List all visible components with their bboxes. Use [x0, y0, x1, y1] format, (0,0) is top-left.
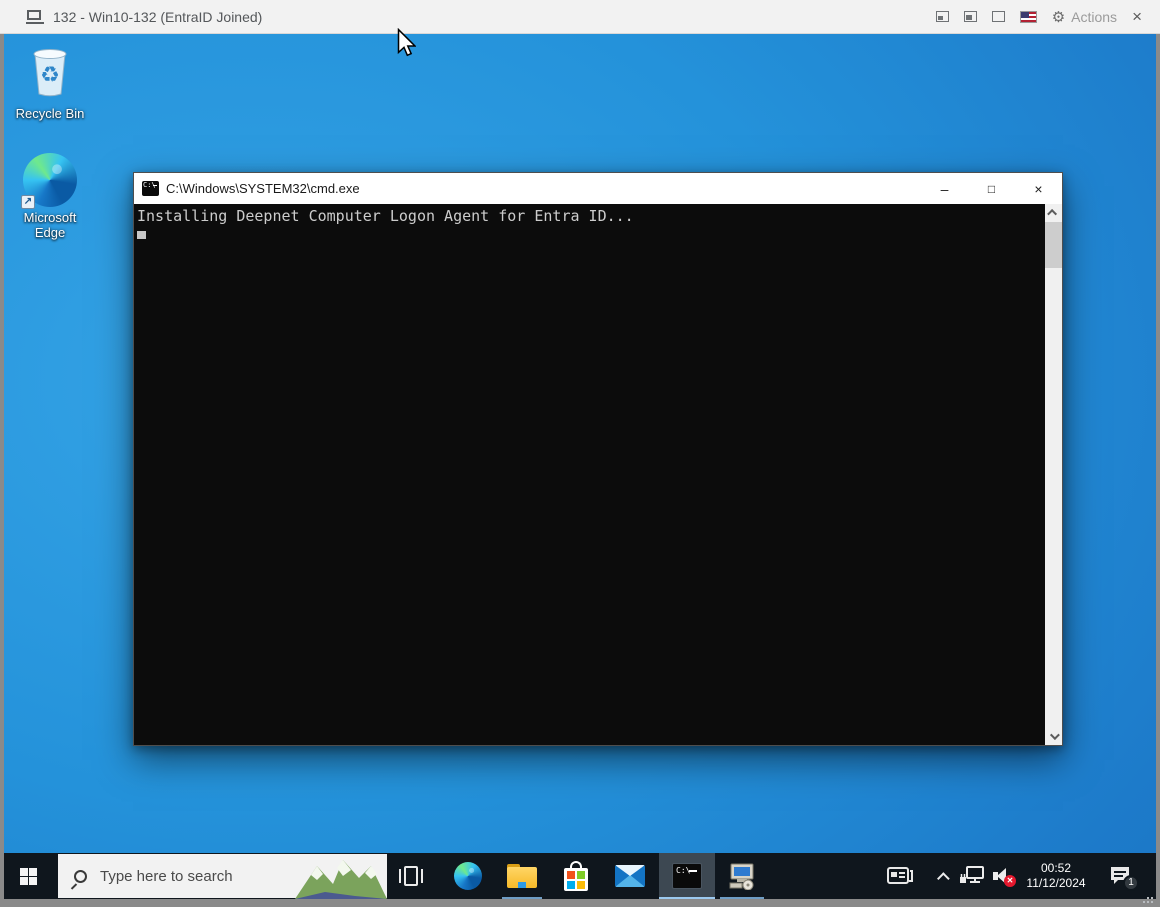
recycle-bin-label: Recycle Bin — [12, 106, 88, 121]
edge-icon: ↗ — [23, 153, 77, 207]
ethernet-network-icon — [959, 866, 985, 886]
microsoft-store-icon — [564, 861, 588, 891]
svg-text:♻: ♻ — [40, 62, 60, 87]
taskbar: C:\ — [4, 853, 1156, 899]
search-input[interactable] — [100, 868, 270, 885]
task-view-button[interactable] — [389, 853, 433, 899]
taskbar-search[interactable] — [58, 854, 387, 898]
clock-time: 00:52 — [1041, 861, 1071, 876]
vm-console-titlebar: 132 - Win10-132 (EntraID Joined) ⚙ Actio… — [0, 0, 1160, 34]
edge-label: Microsoft Edge — [12, 210, 88, 240]
scroll-down-icon[interactable] — [1045, 728, 1062, 745]
scroll-up-icon[interactable] — [1045, 204, 1062, 221]
volume-button[interactable]: ✕ — [987, 853, 1019, 899]
file-explorer-icon — [507, 864, 537, 888]
console-output-line: Installing Deepnet Computer Logon Agent … — [137, 207, 634, 225]
open-indicator-installer — [720, 897, 764, 899]
edge-icon — [454, 862, 482, 890]
console-scrollbar[interactable] — [1045, 204, 1062, 745]
taskbar-icon-installer[interactable] — [718, 853, 766, 899]
desktop-icon-microsoft-edge[interactable]: ↗ Microsoft Edge — [12, 153, 88, 240]
shortcut-arrow-icon: ↗ — [21, 195, 35, 209]
vm-title-group: 132 - Win10-132 (EntraID Joined) — [26, 9, 262, 25]
vm-console-title: 132 - Win10-132 (EntraID Joined) — [53, 9, 262, 25]
vm-monitor-icon — [26, 10, 44, 24]
cmd-titlebar[interactable]: C:\ C:\Windows\SYSTEM32\cmd.exe – □ × — [134, 173, 1062, 204]
chevron-up-icon — [937, 872, 950, 885]
minimize-button[interactable]: – — [921, 173, 968, 204]
taskbar-icon-mail[interactable] — [608, 853, 652, 899]
clock-date: 11/12/2024 — [1026, 876, 1085, 891]
actions-menu-button[interactable]: ⚙ Actions — [1052, 8, 1117, 26]
console-layout-2-icon[interactable] — [964, 11, 977, 22]
console-output[interactable]: Installing Deepnet Computer Logon Agent … — [134, 204, 1062, 745]
desktop[interactable]: ♻ Recycle Bin ↗ Microsoft Edge C:\ C:\Wi… — [4, 34, 1156, 853]
mail-icon — [615, 865, 645, 887]
scrollbar-thumb[interactable] — [1045, 222, 1062, 268]
gear-icon: ⚙ — [1052, 8, 1065, 26]
network-status-button[interactable] — [955, 853, 989, 899]
cmd-window-title: C:\Windows\SYSTEM32\cmd.exe — [166, 181, 360, 196]
taskbar-icon-edge[interactable] — [446, 853, 490, 899]
vm-close-icon[interactable]: × — [1132, 8, 1142, 25]
taskbar-resize-grip — [1151, 893, 1153, 895]
clock[interactable]: 00:52 11/12/2024 — [1016, 853, 1096, 899]
open-indicator-cmd — [659, 897, 715, 899]
taskbar-icon-file-explorer[interactable] — [500, 853, 544, 899]
notification-count-badge: 1 — [1123, 875, 1139, 891]
speaker-muted-icon: ✕ — [992, 866, 1014, 886]
console-cursor — [137, 231, 146, 239]
news-and-interests-button[interactable] — [878, 853, 922, 899]
taskbar-icon-cmd-active[interactable]: C:\ — [659, 853, 715, 899]
open-indicator-file-explorer — [502, 897, 542, 899]
recycle-bin-icon: ♻ — [26, 44, 74, 98]
close-button[interactable]: × — [1015, 173, 1062, 204]
actions-label: Actions — [1071, 9, 1117, 25]
installer-icon — [727, 862, 757, 890]
mute-badge: ✕ — [1004, 875, 1016, 887]
windows-logo-icon — [20, 868, 37, 885]
task-view-icon — [399, 866, 423, 886]
desktop-icon-recycle-bin[interactable]: ♻ Recycle Bin — [12, 44, 88, 121]
taskbar-icon-store[interactable] — [554, 853, 598, 899]
search-highlight-image[interactable] — [295, 854, 387, 899]
cmd-app-icon: C:\ — [142, 181, 159, 196]
cmd-icon: C:\ — [672, 863, 702, 889]
action-center-button[interactable]: 1 — [1100, 853, 1140, 899]
maximize-button[interactable]: □ — [968, 173, 1015, 204]
console-layout-1-icon[interactable] — [936, 11, 949, 22]
start-button[interactable] — [4, 853, 52, 899]
news-icon — [886, 865, 914, 887]
search-icon — [74, 870, 87, 883]
cmd-window: C:\ C:\Windows\SYSTEM32\cmd.exe – □ × In… — [133, 172, 1063, 746]
keyboard-locale-flag-icon[interactable] — [1020, 11, 1037, 23]
console-layout-3-icon[interactable] — [992, 11, 1005, 22]
